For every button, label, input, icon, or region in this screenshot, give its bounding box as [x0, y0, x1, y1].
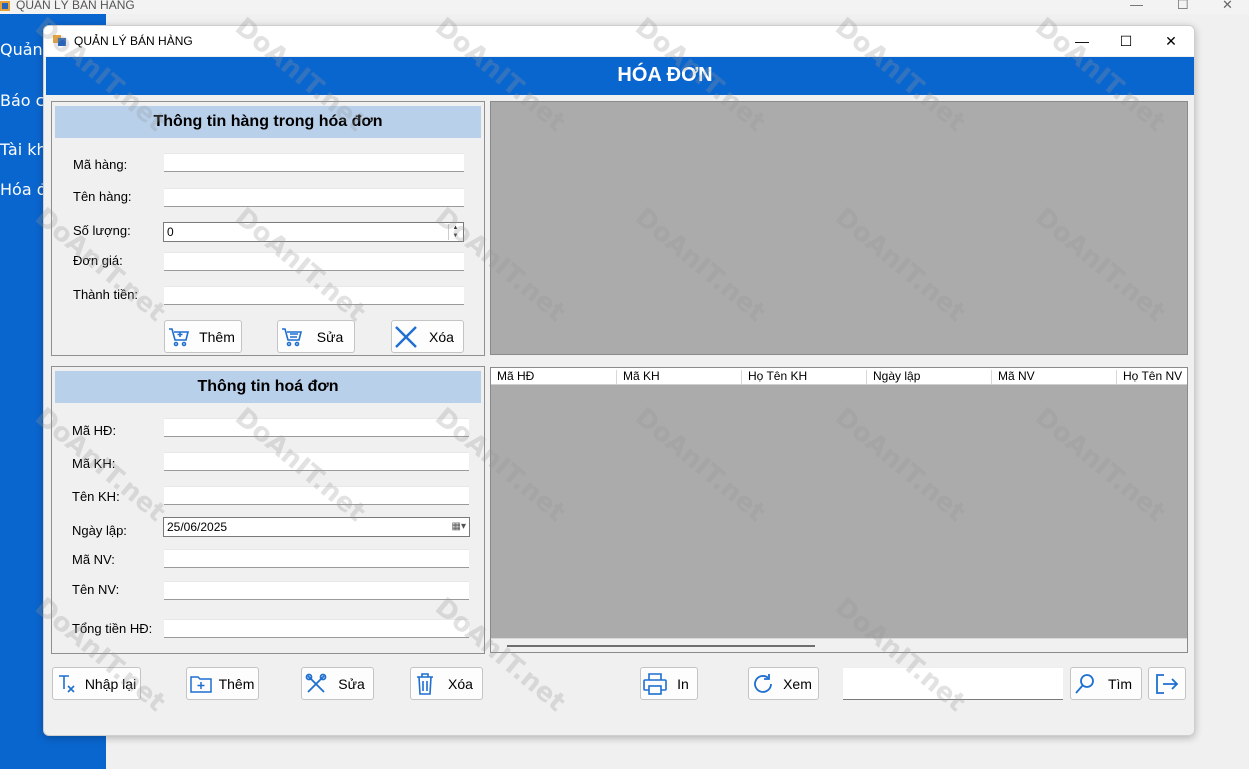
spin-down-icon[interactable]: ▼: [449, 232, 462, 240]
grid-column-header[interactable]: Mã KH: [616, 370, 660, 384]
maximize-button[interactable]: ☐: [1103, 30, 1149, 52]
delete-item-label: Xóa: [429, 328, 454, 345]
ma-nv-field[interactable]: [164, 549, 469, 568]
add-invoice-button[interactable]: Thêm: [186, 667, 259, 700]
so-luong-label: Số lượng:: [73, 223, 131, 238]
printer-icon: [641, 670, 669, 698]
menu-item-hoa-don[interactable]: Hóa đ: [0, 180, 47, 199]
view-button[interactable]: Xem: [748, 667, 819, 700]
delete-invoice-button[interactable]: Xóa: [410, 667, 483, 700]
window-titlebar: QUẢN LÝ BÁN HÀNG — ☐ ✕: [44, 26, 1194, 56]
background-window-title: QUẢN LÝ BÁN HÀNG: [16, 0, 135, 12]
search-button[interactable]: Tìm: [1070, 667, 1142, 700]
search-icon: [1071, 670, 1099, 698]
add-item-button[interactable]: Thêm: [164, 320, 242, 353]
grid-header: Mã HĐ Mã KH Họ Tên KH Ngày lập Mã NV Họ …: [491, 368, 1187, 385]
ten-nv-field[interactable]: [164, 581, 469, 600]
invoice-info-group: Thông tin hoá đơn Mã HĐ: Mã KH: Tên KH: …: [51, 366, 485, 654]
grid-column-header[interactable]: Mã HĐ: [491, 370, 534, 384]
ngay-lap-datepicker[interactable]: 25/06/2025 ▦▾: [163, 517, 470, 537]
close-button[interactable]: ✕: [1148, 30, 1194, 52]
background-titlebar: QUẢN LÝ BÁN HÀNG — ☐ ✕: [0, 0, 1249, 14]
so-luong-stepper[interactable]: 0 ▲ ▼: [163, 222, 464, 242]
x-icon: [392, 323, 420, 351]
item-info-group: Thông tin hàng trong hóa đơn Mã hàng: Tê…: [51, 101, 485, 356]
page-title: HÓA ĐƠN: [617, 64, 713, 86]
tools-icon: [302, 670, 330, 698]
menu-item-quan-ly[interactable]: Quản: [0, 40, 43, 59]
don-gia-label: Đơn giá:: [73, 253, 123, 268]
reset-button[interactable]: Nhập lại: [52, 667, 141, 700]
trash-icon: [411, 670, 439, 698]
invoice-window: QUẢN LÝ BÁN HÀNG — ☐ ✕ HÓA ĐƠN Thông tin…: [43, 25, 1195, 736]
ma-hd-field[interactable]: [164, 418, 469, 437]
cart-edit-icon: [278, 323, 306, 351]
ten-nv-label: Tên NV:: [72, 582, 120, 597]
edit-item-label: Sửa: [316, 328, 344, 345]
print-label: In: [677, 675, 689, 692]
grid-column-header[interactable]: Họ Tên KH: [741, 370, 807, 384]
ma-hang-field[interactable]: [164, 153, 464, 172]
menu-item-bao-cao[interactable]: Báo c: [0, 91, 44, 110]
app-icon: [0, 1, 10, 11]
ma-kh-field[interactable]: [164, 452, 469, 471]
ten-kh-label: Tên KH:: [72, 489, 120, 504]
page-banner: HÓA ĐƠN: [46, 57, 1194, 95]
add-invoice-label: Thêm: [218, 675, 255, 692]
edit-invoice-button[interactable]: Sửa: [301, 667, 374, 700]
grid-column-header[interactable]: Họ Tên NV: [1116, 370, 1182, 384]
search-input[interactable]: [843, 667, 1063, 700]
grid-column-header[interactable]: Mã NV: [991, 370, 1035, 384]
cart-add-icon: [165, 323, 193, 351]
print-button[interactable]: In: [640, 667, 698, 700]
ngay-lap-label: Ngày lập:: [72, 523, 127, 538]
refresh-icon: [749, 670, 777, 698]
scrollbar-thumb[interactable]: [507, 645, 815, 647]
logout-icon: [1153, 670, 1181, 698]
so-luong-value: 0: [167, 225, 174, 239]
background-maximize-button[interactable]: ☐: [1177, 0, 1189, 13]
thanh-tien-label: Thành tiền:: [73, 287, 139, 302]
ten-hang-field[interactable]: [164, 188, 464, 207]
app-icon: [53, 35, 66, 46]
ma-nv-label: Mã NV:: [72, 552, 115, 567]
window-title: QUẢN LÝ BÁN HÀNG: [74, 34, 193, 48]
add-item-label: Thêm: [199, 328, 235, 345]
delete-invoice-label: Xóa: [448, 675, 473, 692]
minimize-button[interactable]: —: [1059, 30, 1105, 52]
calendar-dropdown-icon[interactable]: ▦▾: [452, 518, 466, 536]
background-close-button[interactable]: ✕: [1222, 0, 1233, 13]
exit-button[interactable]: [1148, 667, 1186, 700]
invoice-info-title: Thông tin hoá đơn: [55, 371, 481, 403]
tong-tien-label: Tổng tiền HĐ:: [72, 621, 153, 636]
don-gia-field[interactable]: [164, 252, 464, 271]
spin-up-icon[interactable]: ▲: [449, 224, 462, 232]
spin-buttons[interactable]: ▲ ▼: [448, 224, 462, 240]
clear-format-icon: [53, 670, 81, 698]
ngay-lap-value: 25/06/2025: [167, 520, 228, 534]
horizontal-scrollbar[interactable]: [491, 638, 1187, 652]
search-label: Tìm: [1107, 675, 1133, 692]
ten-kh-field[interactable]: [164, 486, 469, 505]
ten-hang-label: Tên hàng:: [73, 189, 132, 204]
folder-add-icon: [187, 670, 215, 698]
ma-kh-label: Mã KH:: [72, 456, 116, 471]
thanh-tien-field[interactable]: [164, 286, 464, 305]
reset-label: Nhập lại: [84, 675, 137, 692]
menu-item-tai-khoan[interactable]: Tài kh: [0, 140, 47, 159]
background-minimize-button[interactable]: —: [1130, 0, 1143, 12]
grid-column-header[interactable]: Ngày lập: [866, 370, 920, 384]
item-list-panel[interactable]: [490, 101, 1188, 355]
invoice-grid[interactable]: Mã HĐ Mã KH Họ Tên KH Ngày lập Mã NV Họ …: [490, 367, 1188, 653]
tong-tien-field[interactable]: [164, 619, 469, 638]
ma-hd-label: Mã HĐ:: [72, 423, 117, 438]
view-label: Xem: [783, 675, 812, 692]
edit-invoice-label: Sửa: [338, 675, 365, 692]
item-info-title: Thông tin hàng trong hóa đơn: [55, 106, 481, 138]
delete-item-button[interactable]: Xóa: [391, 320, 464, 353]
ma-hang-label: Mã hàng:: [73, 157, 128, 172]
edit-item-button[interactable]: Sửa: [277, 320, 355, 353]
